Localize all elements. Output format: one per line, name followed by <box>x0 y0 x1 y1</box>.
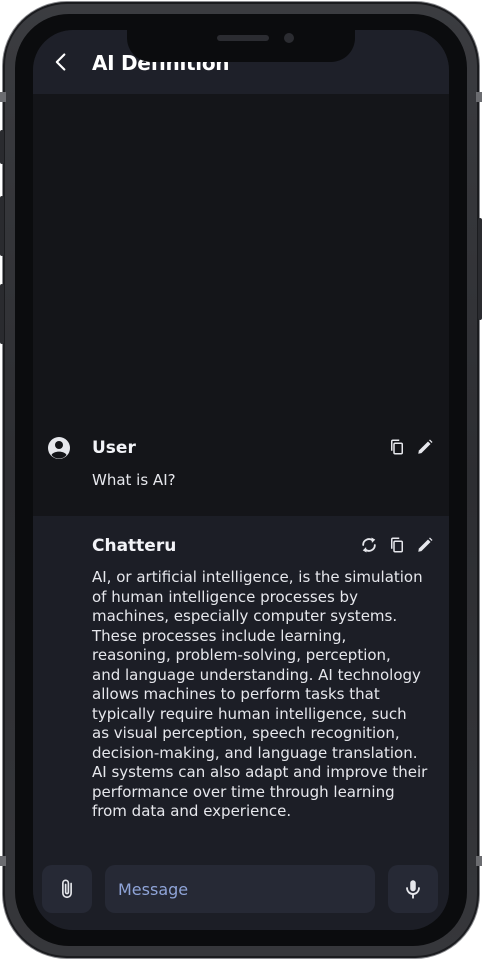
message-line: AI systems can also adapt and improve th… <box>92 763 428 781</box>
message-actions <box>386 436 436 458</box>
edit-icon <box>418 439 433 454</box>
message-line: and language understanding. AI technolog… <box>92 665 421 684</box>
assistant-message: Chatteru AI, or artificial intelligence,… <box>33 516 449 846</box>
copy-button[interactable] <box>386 534 408 556</box>
message-text: What is AI? <box>92 471 176 491</box>
copy-icon <box>391 439 403 455</box>
power-button <box>478 218 482 320</box>
sender-name: User <box>92 438 136 458</box>
user-message: User What is AI? <box>33 430 449 516</box>
message-line: AI, or artificial intelligence, is the s… <box>92 568 423 586</box>
antenna-band <box>476 92 482 102</box>
regenerate-button[interactable] <box>358 534 380 556</box>
message-line: What is AI? <box>92 471 176 489</box>
edit-icon <box>418 537 433 552</box>
message-line: from data and experience. <box>92 802 292 820</box>
message-input[interactable] <box>105 865 375 913</box>
antenna-band <box>0 92 6 102</box>
microphone-icon <box>406 880 420 899</box>
message-actions <box>358 534 436 556</box>
volume-up-button <box>0 196 4 256</box>
message-text: AI, or artificial intelligence, is the s… <box>92 568 427 822</box>
message-line: decision-making, and language translatio… <box>92 743 418 762</box>
message-line: performance over time through learning <box>92 782 395 801</box>
attach-button[interactable] <box>42 865 92 913</box>
paperclip-icon <box>62 879 72 899</box>
message-line: of human intelligence processes by <box>92 587 358 606</box>
back-button[interactable] <box>47 48 75 76</box>
message-line: typically require human intelligence, su… <box>92 704 407 723</box>
chat-empty-area <box>33 94 449 430</box>
regenerate-icon <box>362 537 376 553</box>
antenna-band <box>0 856 6 866</box>
message-line: These processes include learning, <box>92 626 347 645</box>
front-camera <box>284 33 294 43</box>
copy-icon <box>391 537 403 553</box>
account-circle-icon <box>48 437 70 459</box>
antenna-band <box>476 856 482 866</box>
chevron-left-icon <box>55 53 66 71</box>
notch <box>127 30 355 62</box>
message-line: reasoning, problem-solving, perception, <box>92 646 391 664</box>
volume-down-button <box>0 284 4 344</box>
screen: AI Definition User What is AI? Chatteru … <box>33 30 449 930</box>
edit-button[interactable] <box>414 436 436 458</box>
message-composer <box>33 846 449 930</box>
message-line: allows machines to perform tasks that <box>92 685 380 703</box>
sender-name: Chatteru <box>92 536 177 556</box>
edit-button[interactable] <box>414 534 436 556</box>
copy-button[interactable] <box>386 436 408 458</box>
message-line: as visual perception, speech recognition… <box>92 724 400 742</box>
microphone-button[interactable] <box>388 865 438 913</box>
message-line: machines, especially computer systems. <box>92 607 398 625</box>
speaker-grille <box>217 35 269 41</box>
mute-switch <box>0 130 4 164</box>
